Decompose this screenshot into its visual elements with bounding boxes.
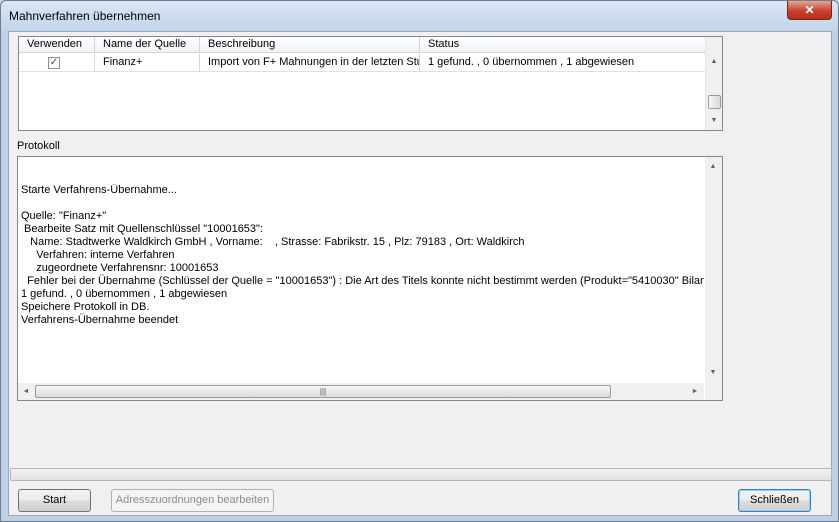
scroll-thumb[interactable] xyxy=(708,95,721,109)
column-header-verwenden[interactable]: Verwenden xyxy=(19,37,95,53)
column-header-name[interactable]: Name der Quelle xyxy=(95,37,200,53)
cell-description: Import von F+ Mahnungen in der letzten S… xyxy=(200,54,420,72)
scroll-down-icon[interactable]: ▼ xyxy=(706,113,722,129)
table-row[interactable]: ✓ Finanz+ Import von F+ Mahnungen in der… xyxy=(19,54,705,72)
dialog-client-area: Verwenden Name der Quelle Beschreibung S… xyxy=(8,31,832,516)
column-header-beschreibung[interactable]: Beschreibung xyxy=(200,37,420,53)
scroll-thumb-horizontal[interactable]: ||| xyxy=(35,385,611,398)
start-button[interactable]: Start xyxy=(18,489,91,512)
title-bar[interactable]: Mahnverfahren übernehmen ✕ xyxy=(1,1,838,31)
scroll-right-icon[interactable]: ► xyxy=(687,383,703,400)
close-button[interactable]: Schließen xyxy=(738,489,811,512)
cell-verwenden: ✓ xyxy=(19,54,95,72)
window-title: Mahnverfahren übernehmen xyxy=(9,9,161,23)
scroll-left-icon[interactable]: ◄ xyxy=(18,383,34,400)
log-vertical-scrollbar[interactable]: ▲ ▼ xyxy=(705,157,722,383)
scrollbar-corner xyxy=(705,383,722,400)
edit-address-mapping-button[interactable]: Adresszuordnungen bearbeiten xyxy=(111,489,274,512)
scroll-up-icon[interactable]: ▲ xyxy=(705,159,721,175)
cell-status: 1 gefund. , 0 übernommen , 1 abgewiesen xyxy=(428,56,635,68)
cell-source-name: Finanz+ xyxy=(95,54,200,72)
protokoll-text: Starte Verfahrens-Übernahme... Quelle: "… xyxy=(21,184,704,326)
close-icon[interactable]: ✕ xyxy=(787,1,832,20)
dialog-window: Mahnverfahren übernehmen ✕ Verwenden Nam… xyxy=(0,0,839,522)
protokoll-textbox[interactable]: Starte Verfahrens-Übernahme... Quelle: "… xyxy=(17,156,723,401)
scroll-down-icon[interactable]: ▼ xyxy=(705,365,721,381)
sources-grid: Verwenden Name der Quelle Beschreibung S… xyxy=(18,36,723,131)
grid-vertical-scrollbar[interactable]: ▲ ▼ xyxy=(705,37,722,130)
grid-header: Verwenden Name der Quelle Beschreibung S… xyxy=(19,37,705,53)
use-source-checkbox[interactable]: ✓ xyxy=(48,57,60,69)
progress-bar xyxy=(10,468,832,481)
protokoll-label: Protokoll xyxy=(17,140,60,152)
column-header-status[interactable]: Status xyxy=(420,37,705,53)
scroll-up-icon[interactable]: ▲ xyxy=(706,54,722,70)
log-horizontal-scrollbar[interactable]: ◄ ||| ► xyxy=(18,383,704,400)
